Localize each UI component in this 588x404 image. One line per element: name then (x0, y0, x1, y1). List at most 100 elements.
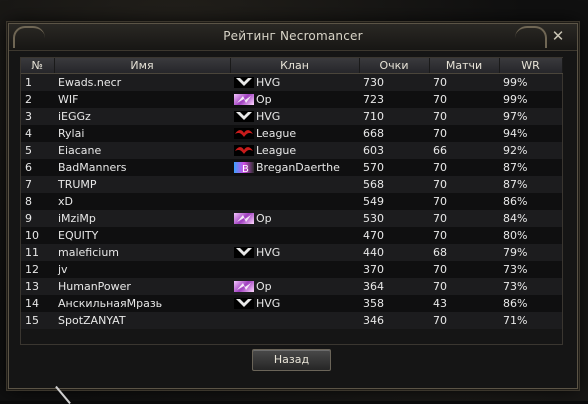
winrate-cell: 87% (499, 176, 562, 193)
table-row[interactable]: 9 iMziMp Op 530 70 84% (21, 210, 562, 227)
clan-cell: HVG (230, 108, 359, 125)
player-name-cell: TRUMP (54, 176, 230, 193)
table-row[interactable]: 14 АнскильнаяМразь HVG 358 43 86% (21, 295, 562, 312)
player-name-cell: SpotZANYAT (54, 312, 230, 329)
rank-cell: 13 (21, 278, 54, 295)
table-row[interactable]: 6 BadManners B BreganDaerthe 570 70 87% (21, 159, 562, 176)
clan-name: HVG (256, 246, 281, 259)
clan-cell (230, 312, 359, 329)
table-row[interactable]: 15 SpotZANYAT 346 70 71% (21, 312, 562, 329)
matches-cell: 70 (429, 278, 499, 295)
clan-cell: League (230, 142, 359, 159)
matches-cell: 70 (429, 227, 499, 244)
rank-cell: 6 (21, 159, 54, 176)
points-cell: 346 (359, 312, 429, 329)
points-cell: 364 (359, 278, 429, 295)
table-row[interactable]: 4 Rylai League 668 70 94% (21, 125, 562, 142)
column-header-clan[interactable]: Клан (230, 58, 360, 74)
clan-name: League (256, 144, 297, 157)
clan-cell (230, 261, 359, 278)
winrate-cell: 80% (499, 227, 562, 244)
hvg-emblem-icon (234, 76, 254, 88)
winrate-cell: 79% (499, 244, 562, 261)
player-name-cell: АнскильнаяМразь (54, 295, 230, 312)
points-cell: 549 (359, 193, 429, 210)
points-cell: 730 (359, 73, 429, 91)
matches-cell: 70 (429, 73, 499, 91)
clan-cell (230, 193, 359, 210)
player-name-cell: iMziMp (54, 210, 230, 227)
table-row[interactable]: 10 EQUITY 470 70 80% (21, 227, 562, 244)
player-name-cell: Eiacane (54, 142, 230, 159)
rank-cell: 4 (21, 125, 54, 142)
title-bar[interactable]: Рейтинг Necromancer ✕ (9, 24, 577, 51)
winrate-cell: 71% (499, 312, 562, 329)
svg-text:B: B (242, 164, 249, 173)
clan-cell: HVG (230, 244, 359, 261)
column-header-name[interactable]: Имя (54, 58, 231, 74)
rank-cell: 15 (21, 312, 54, 329)
column-header-points[interactable]: Очки (359, 58, 430, 74)
points-cell: 470 (359, 227, 429, 244)
player-name-cell: Rylai (54, 125, 230, 142)
table-row[interactable]: 1 Ewads.necr HVG 730 70 99% (21, 73, 562, 91)
player-name-cell: WIF (54, 91, 230, 108)
winrate-cell: 99% (499, 91, 562, 108)
rank-cell: 11 (21, 244, 54, 261)
hvg-emblem-icon (234, 297, 254, 309)
table-row[interactable]: 12 jv 370 70 73% (21, 261, 562, 278)
matches-cell: 70 (429, 193, 499, 210)
table-row[interactable]: 2 WIF Op 723 70 99% (21, 91, 562, 108)
matches-cell: 68 (429, 244, 499, 261)
rank-cell: 12 (21, 261, 54, 278)
close-icon[interactable]: ✕ (549, 27, 567, 45)
clan-cell: Op (230, 278, 359, 295)
winrate-cell: 92% (499, 142, 562, 159)
rank-cell: 8 (21, 193, 54, 210)
matches-cell: 66 (429, 142, 499, 159)
column-header-matches[interactable]: Матчи (429, 58, 500, 74)
hvg-emblem-icon (234, 110, 254, 122)
title-ornament-right (515, 26, 547, 48)
clan-name: Op (256, 212, 272, 225)
rank-cell: 10 (21, 227, 54, 244)
table-row[interactable]: 5 Eiacane League 603 66 92% (21, 142, 562, 159)
player-name-cell: Ewads.necr (54, 73, 230, 91)
back-button[interactable]: Назад (252, 349, 331, 371)
table-row[interactable]: 8 xD 549 70 86% (21, 193, 562, 210)
points-cell: 603 (359, 142, 429, 159)
league-emblem-icon (234, 127, 254, 139)
op-emblem-icon (234, 280, 254, 292)
points-cell: 570 (359, 159, 429, 176)
player-name-cell: iEGGz (54, 108, 230, 125)
winrate-cell: 99% (499, 73, 562, 91)
column-header-number[interactable]: № (21, 58, 55, 74)
hvg-emblem-icon (234, 246, 254, 258)
rank-cell: 5 (21, 142, 54, 159)
table-row[interactable]: 11 maleficium HVG 440 68 79% (21, 244, 562, 261)
clan-cell: Op (230, 91, 359, 108)
rank-cell: 3 (21, 108, 54, 125)
matches-cell: 70 (429, 91, 499, 108)
ranking-table: № Имя Клан Очки Матчи WR 1 Ewads.necr HVG 7… (20, 57, 563, 345)
table-row[interactable]: 13 HumanPower Op 364 70 73% (21, 278, 562, 295)
league-emblem-icon (234, 144, 254, 156)
points-cell: 710 (359, 108, 429, 125)
clan-name: BreganDaerthe (256, 161, 340, 174)
player-name-cell: xD (54, 193, 230, 210)
clan-cell: League (230, 125, 359, 142)
clan-name: HVG (256, 297, 281, 310)
winrate-cell: 97% (499, 108, 562, 125)
winrate-cell: 86% (499, 193, 562, 210)
matches-cell: 43 (429, 295, 499, 312)
player-name-cell: maleficium (54, 244, 230, 261)
rank-cell: 9 (21, 210, 54, 227)
column-header-winrate[interactable]: WR (499, 58, 563, 74)
points-cell: 358 (359, 295, 429, 312)
rank-cell: 7 (21, 176, 54, 193)
clan-name: HVG (256, 76, 281, 89)
matches-cell: 70 (429, 108, 499, 125)
table-row[interactable]: 7 TRUMP 568 70 87% (21, 176, 562, 193)
table-row[interactable]: 3 iEGGz HVG 710 70 97% (21, 108, 562, 125)
op-emblem-icon (234, 212, 254, 224)
